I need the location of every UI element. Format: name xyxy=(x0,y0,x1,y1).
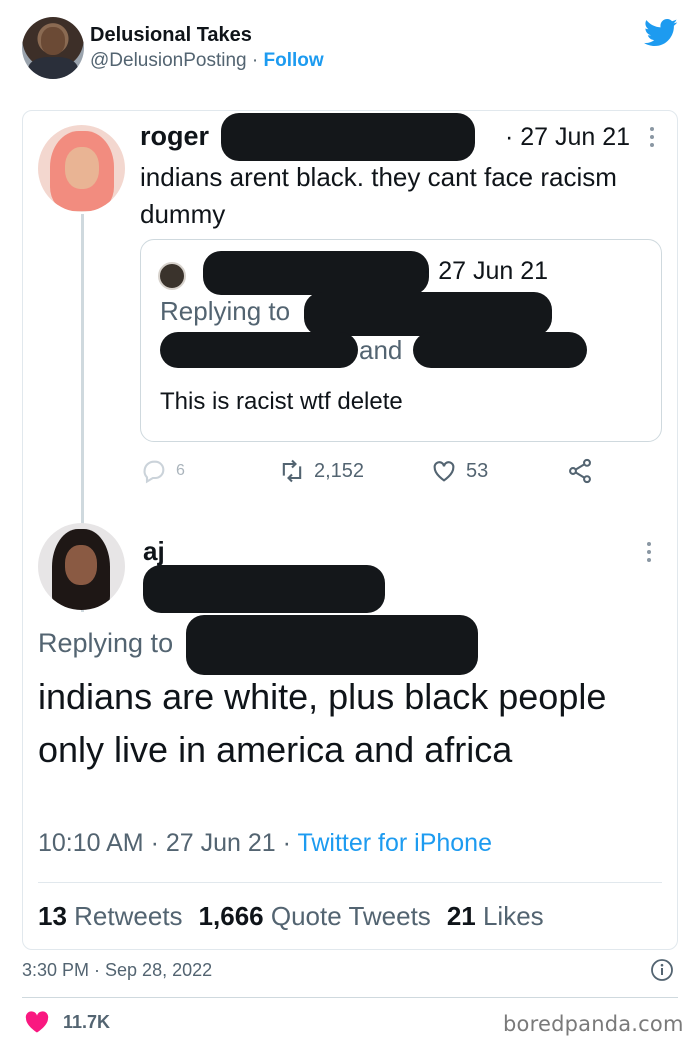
redacted-mention xyxy=(304,292,552,336)
separator: · xyxy=(143,829,166,857)
aj-stats: 13 Retweets 1,666 Quote Tweets 21 Likes xyxy=(38,901,544,932)
separator: · xyxy=(246,50,264,71)
aj-tweet-text: indians are white, plus black people onl… xyxy=(38,676,607,770)
redacted-mention xyxy=(186,615,478,675)
quotes-label: Quote Tweets xyxy=(270,901,431,931)
separator: · xyxy=(275,829,298,857)
quoted-and: and xyxy=(359,335,403,365)
share-action xyxy=(566,451,594,491)
aj-source: Twitter for iPhone xyxy=(297,829,492,857)
redacted-mention xyxy=(413,332,587,368)
redacted-mention xyxy=(160,332,358,368)
divider xyxy=(22,997,678,998)
aj-date: 27 Jun 21 xyxy=(165,829,276,857)
quoted-replying-to: Replying to xyxy=(160,296,291,326)
retweet-icon xyxy=(282,459,302,483)
likes-label: Likes xyxy=(482,901,544,931)
quoted-avatar xyxy=(158,262,186,290)
author-handle[interactable]: @DelusionPosting xyxy=(90,50,247,71)
redacted-handle xyxy=(221,113,475,161)
author-handle-row: @DelusionPosting · Follow xyxy=(90,50,324,72)
aj-avatar xyxy=(38,523,125,610)
heart-icon xyxy=(433,461,455,482)
quoted-date: · 27 Jun 21 xyxy=(423,257,549,285)
aj-replying-to: Replying to xyxy=(38,628,174,658)
reply-action: 6 xyxy=(140,451,185,491)
quoted-tweet-text: This is racist wtf delete xyxy=(160,388,403,415)
follow-button[interactable]: Follow xyxy=(263,50,323,71)
aj-tweet-meta: 10:10 AM · 27 Jun 21 · Twitter for iPhon… xyxy=(38,829,492,858)
retweet-action: 2,152 xyxy=(278,451,364,491)
embed-like-count: 11.7K xyxy=(63,1011,111,1032)
retweets-label: Retweets xyxy=(74,901,183,931)
twitter-bird-icon[interactable] xyxy=(644,18,678,48)
roger-avatar xyxy=(38,125,125,212)
reply-count: 6 xyxy=(176,462,185,479)
author-avatar[interactable] xyxy=(22,17,84,79)
redacted-quoted-handle xyxy=(203,251,429,295)
info-icon[interactable] xyxy=(650,958,674,982)
post-timestamp[interactable]: 3:30 PM · Sep 28, 2022 xyxy=(22,960,212,981)
share-icon xyxy=(569,458,591,484)
divider xyxy=(38,882,662,883)
roger-name: roger xyxy=(140,121,210,151)
quoted-tweet: · 27 Jun 21 Replying to and This is raci… xyxy=(140,239,662,442)
tweet-screenshot[interactable]: roger · 27 Jun 21 indians arent black. t… xyxy=(22,110,678,950)
watermark: boredpanda.com xyxy=(503,1012,684,1036)
more-options-icon xyxy=(650,127,654,151)
reply-icon xyxy=(143,460,165,484)
roger-tweet-text: indians arent black. they cant face raci… xyxy=(140,162,617,229)
quotes-count: 1,666 xyxy=(198,901,264,931)
more-options-icon xyxy=(647,542,651,566)
retweet-count: 2,152 xyxy=(314,459,365,482)
aj-name: aj xyxy=(143,536,165,566)
tweet-action-row: 6 2,152 53 xyxy=(140,451,600,491)
embed-header: Delusional Takes @DelusionPosting · Foll… xyxy=(0,0,700,100)
author-display-name[interactable]: Delusional Takes xyxy=(90,24,252,47)
retweets-count: 13 xyxy=(38,901,67,931)
like-action: 53 xyxy=(430,451,488,491)
redacted-handle xyxy=(143,565,385,613)
likes-count: 21 xyxy=(446,901,476,931)
like-count: 53 xyxy=(466,459,489,482)
aj-time: 10:10 AM xyxy=(38,829,144,857)
embed-like-row[interactable]: 11.7K xyxy=(25,1011,110,1033)
roger-date: · 27 Jun 21 xyxy=(505,123,631,151)
heart-filled-icon[interactable] xyxy=(25,1011,49,1033)
